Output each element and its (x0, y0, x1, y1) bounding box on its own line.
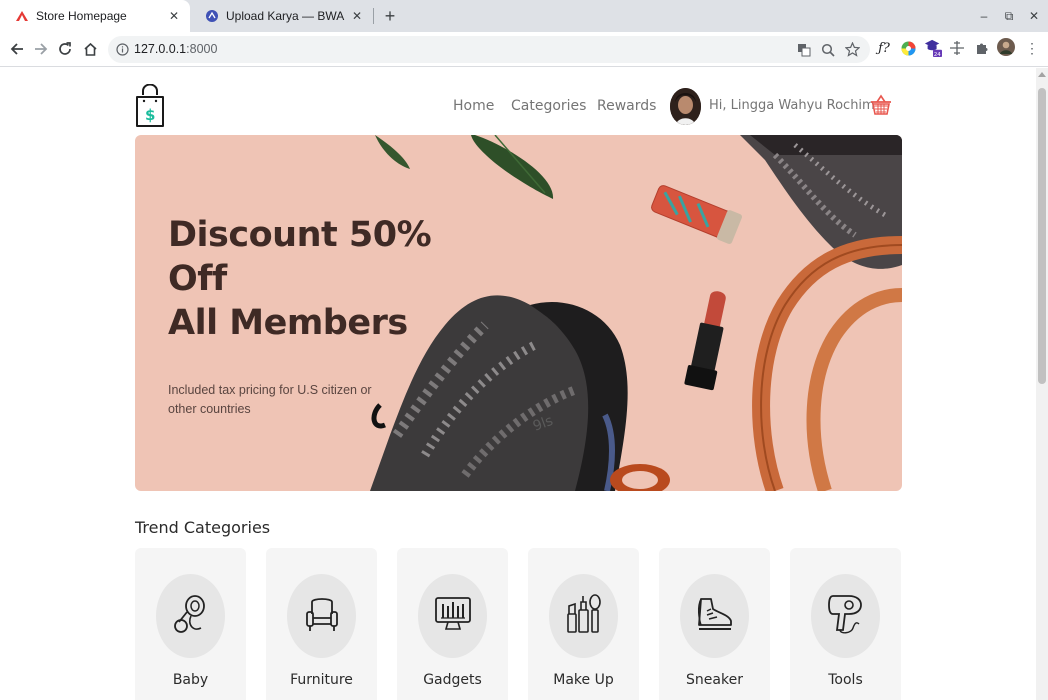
store-favicon-icon (16, 10, 28, 22)
sneaker-icon (695, 595, 735, 638)
category-card-tools[interactable]: Tools (790, 548, 901, 700)
category-card-baby[interactable]: Baby (135, 548, 246, 700)
category-label: Baby (172, 672, 209, 688)
extensions-puzzle-icon[interactable] (973, 39, 991, 57)
category-icon-circle (156, 574, 225, 658)
hero-subtitle: Included tax pricing for U.S citizen or … (168, 383, 372, 416)
monitor-icon (434, 594, 472, 639)
store-page: $ Home Categories Rewards Hi, Lingga Wah… (0, 68, 1036, 700)
graduation-extension-icon[interactable]: 24 (924, 39, 942, 58)
tab-upload-karya[interactable]: Upload Karya — BWA ✕ (190, 0, 373, 32)
tab-title: Store Homepage (36, 9, 127, 23)
page-scrollbar[interactable] (1036, 68, 1048, 700)
reload-icon[interactable] (56, 40, 74, 58)
bookmark-star-icon[interactable] (845, 42, 860, 57)
category-label: Gadgets (423, 672, 482, 688)
trend-categories-title: Trend Categories (135, 518, 271, 537)
font-extension-icon[interactable]: ƒ? (875, 39, 893, 57)
user-greeting[interactable]: Hi, Lingga Wahyu Rochim (709, 98, 875, 113)
home-icon[interactable] (81, 40, 99, 58)
category-card-sneaker[interactable]: Sneaker (659, 548, 770, 700)
url-text: 127.0.0.1:8000 (134, 42, 218, 56)
tab-store-homepage[interactable]: Store Homepage ✕ (0, 0, 190, 32)
shopping-bag-logo-icon[interactable]: $ (134, 83, 166, 128)
bwa-favicon-icon (206, 10, 218, 22)
close-tab-icon[interactable]: ✕ (349, 8, 365, 24)
close-tab-icon[interactable]: ✕ (166, 8, 182, 24)
makeup-icon (565, 592, 603, 641)
category-card-furniture[interactable]: Furniture (266, 548, 377, 700)
address-bar[interactable]: 127.0.0.1:8000 (108, 36, 870, 63)
hero-banner[interactable]: 9ls Discount 50% Off All Members Include… (135, 135, 902, 491)
hero-title: Discount 50% Off All Members (168, 215, 432, 343)
close-window-icon[interactable]: ✕ (1026, 8, 1042, 24)
cart-basket-icon[interactable] (870, 94, 892, 116)
category-label: Make Up (553, 672, 614, 688)
tab-title: Upload Karya — BWA (226, 9, 345, 23)
nav-categories-link[interactable]: Categories (511, 98, 586, 114)
category-icon-circle (287, 574, 356, 658)
color-picker-extension-icon[interactable] (899, 39, 917, 57)
category-icon-circle (418, 574, 487, 658)
user-avatar[interactable] (670, 88, 701, 125)
translate-icon[interactable] (796, 42, 811, 57)
restore-icon[interactable]: ⧉ (1001, 8, 1017, 24)
scrollbar-thumb[interactable] (1038, 88, 1046, 384)
browser-toolbar: 127.0.0.1:8000 ƒ? 24 ⋮ (0, 32, 1048, 67)
ruler-extension-icon[interactable] (948, 39, 966, 57)
hairdryer-icon (827, 592, 865, 641)
category-label: Sneaker (686, 672, 743, 688)
pacifier-icon (173, 594, 209, 639)
category-icon-circle (680, 574, 749, 658)
category-card-make-up[interactable]: Make Up (528, 548, 639, 700)
back-icon[interactable] (8, 40, 26, 58)
new-tab-button[interactable]: + (380, 6, 400, 26)
category-label: Furniture (290, 672, 353, 688)
category-label: Tools (828, 672, 863, 688)
armchair-icon (304, 594, 340, 639)
nav-rewards-link[interactable]: Rewards (597, 98, 656, 114)
site-info-icon[interactable] (116, 43, 129, 56)
profile-avatar[interactable] (997, 38, 1015, 56)
scroll-up-arrow-icon[interactable] (1038, 72, 1046, 77)
category-card-gadgets[interactable]: Gadgets (397, 548, 508, 700)
minimize-icon[interactable]: – (976, 8, 992, 24)
svg-text:24: 24 (934, 52, 941, 58)
forward-icon[interactable] (32, 40, 50, 58)
category-icon-circle (549, 574, 618, 658)
tab-strip: Store Homepage ✕ Upload Karya — BWA ✕ + … (0, 0, 1048, 32)
category-icon-circle (811, 574, 880, 658)
zoom-icon[interactable] (820, 42, 835, 57)
tab-separator (373, 8, 374, 24)
browser-menu-icon[interactable]: ⋮ (1023, 39, 1041, 57)
nav-home-link[interactable]: Home (453, 98, 494, 114)
svg-text:$: $ (145, 106, 155, 124)
